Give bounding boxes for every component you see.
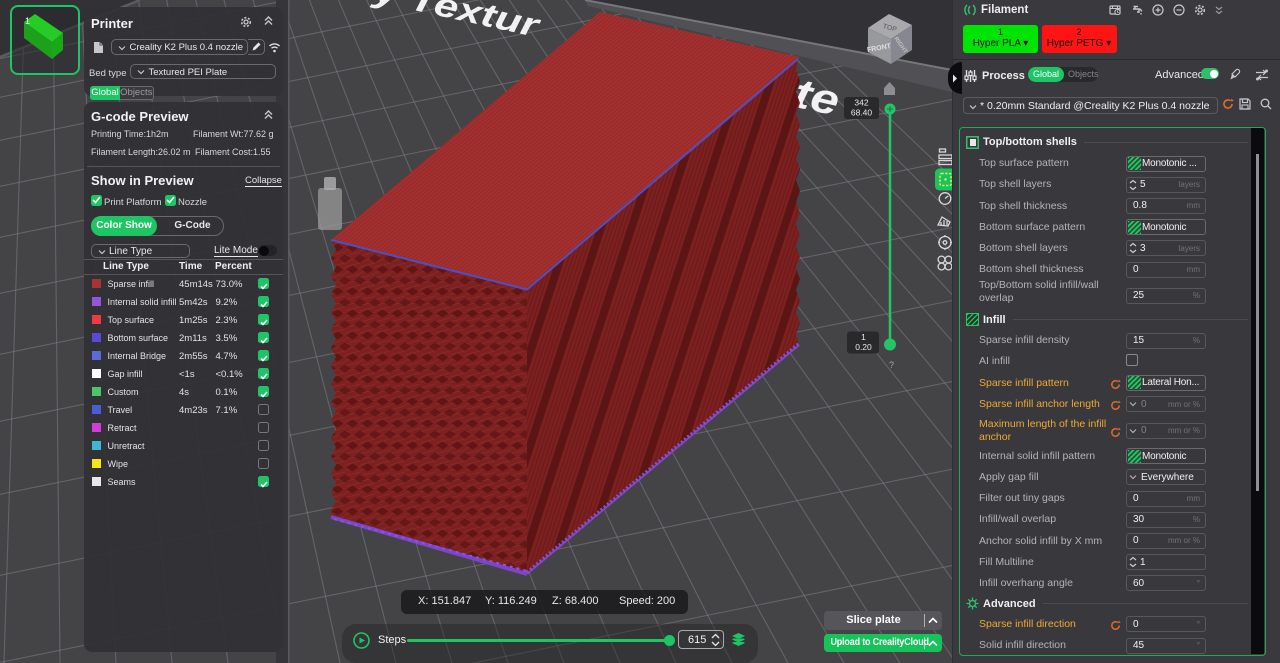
svg-text:342: 342 — [854, 98, 868, 108]
svg-text:0.20: 0.20 — [855, 342, 872, 352]
svg-text:1: 1 — [861, 332, 866, 342]
svg-text:1: 1 — [25, 16, 30, 26]
svg-text:?: ? — [889, 360, 894, 370]
svg-text:68.40: 68.40 — [851, 108, 873, 118]
